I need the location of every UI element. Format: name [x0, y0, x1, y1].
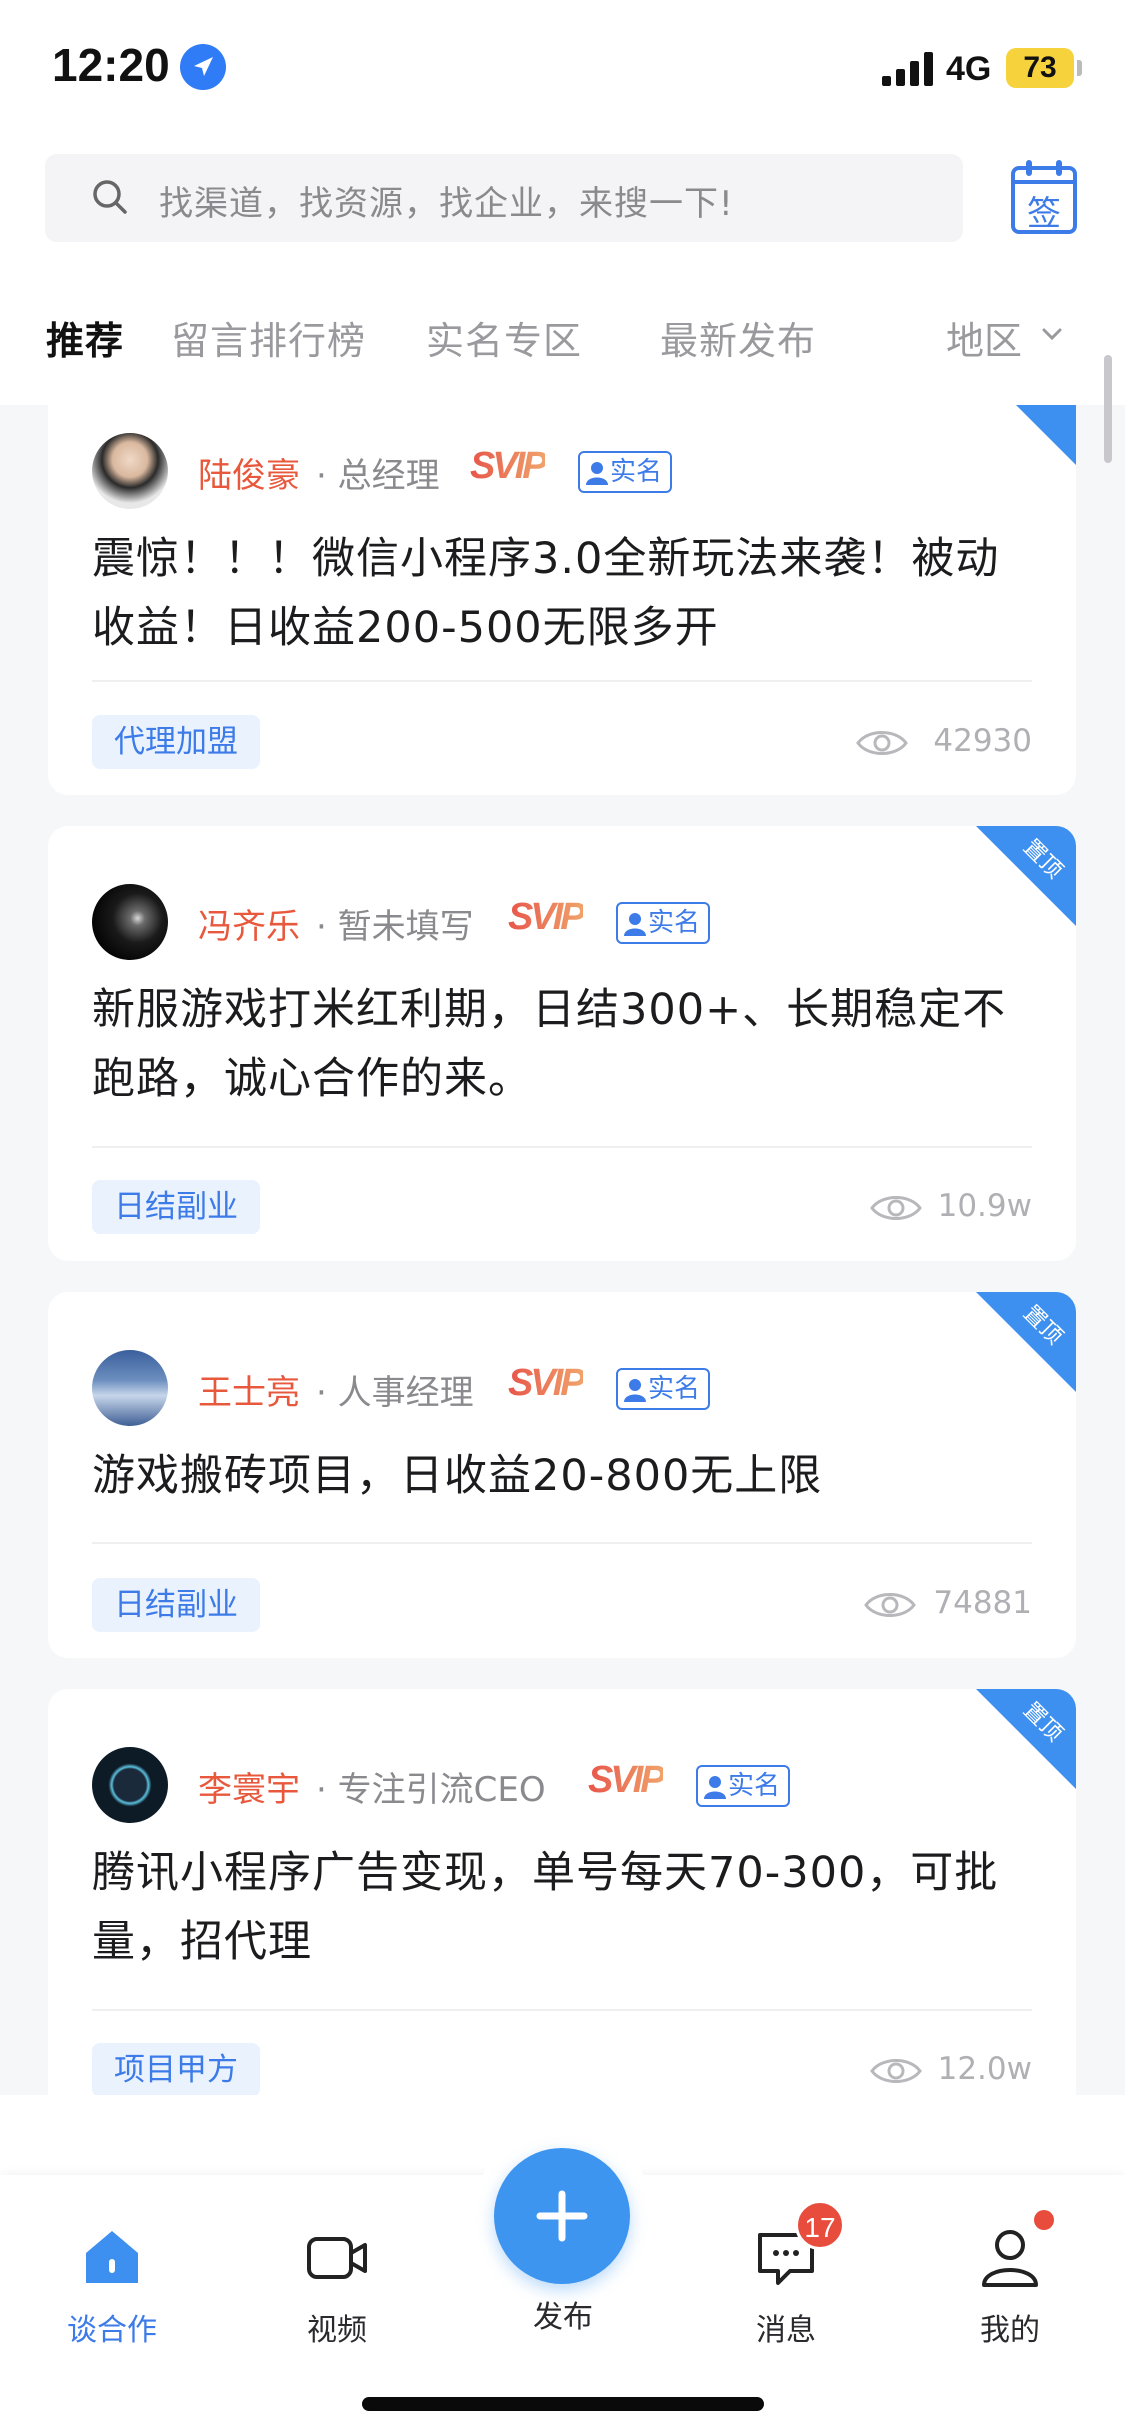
scrollbar[interactable] [1104, 355, 1112, 463]
nav-label: 我的 [980, 2313, 1040, 2348]
svip-badge: SVIP [470, 445, 548, 487]
signin-label: 签 [1027, 194, 1061, 234]
post-card[interactable]: 置顶 冯齐乐 · 暂未填写 SVIP 实名 新服游戏打米红利期，日结300+、长… [48, 826, 1076, 1261]
calendar-signin-button[interactable]: 签 [1010, 158, 1078, 236]
category-tag[interactable]: 日结副业 [92, 1578, 260, 1632]
person-icon [624, 1378, 646, 1402]
pinned-ribbon [1016, 405, 1076, 465]
post-card[interactable]: 陆俊豪 · 总经理 SVIP 实名 震惊！！！微信小程序3.0全新玩法来袭！被动… [48, 405, 1076, 795]
divider [92, 680, 1032, 682]
eye-icon [864, 1593, 916, 1617]
network-type: 4G [946, 50, 992, 88]
tab-verified[interactable]: 实名专区 [426, 310, 582, 365]
svip-badge: SVIP [588, 1759, 666, 1801]
verified-badge: 实名 [616, 902, 711, 944]
nav-label: 消息 [756, 2313, 816, 2348]
search-icon [93, 180, 127, 214]
post-text[interactable]: 腾讯小程序广告变现，单号每天70-300，可批量，招代理 [92, 1839, 1032, 1977]
status-time: 12:20 [52, 39, 170, 91]
view-count: 12.0w [937, 2051, 1032, 2087]
video-icon [307, 2237, 367, 2279]
tab-leaderboard[interactable]: 留言排行榜 [171, 310, 366, 365]
user-title: · 专注引流CEO [316, 1770, 546, 1810]
nav-cooperate[interactable]: 谈合作 [32, 2205, 192, 2348]
person-icon [704, 1775, 726, 1799]
post-text[interactable]: 新服游戏打米红利期，日结300+、长期稳定不跑路，诚心合作的来。 [92, 976, 1032, 1114]
user-title: · 人事经理 [316, 1373, 474, 1413]
user-name[interactable]: 陆俊豪 [198, 448, 300, 497]
chevron-down-icon[interactable] [1040, 322, 1064, 346]
svip-badge: SVIP [508, 1362, 586, 1404]
nav-label: 谈合作 [67, 2313, 157, 2348]
search-placeholder: 找渠道，找资源，找企业，来搜一下! [159, 184, 734, 224]
pinned-ribbon: 置顶 [976, 1689, 1076, 1789]
post-card[interactable]: 置顶 李寰宇 · 专注引流CEO SVIP 实名 腾讯小程序广告变现，单号每天7… [48, 1689, 1076, 2095]
tab-latest[interactable]: 最新发布 [660, 310, 816, 365]
verified-badge: 实名 [616, 1368, 711, 1410]
view-count: 74881 [933, 1585, 1032, 1621]
divider [92, 1542, 1032, 1544]
post-feed[interactable]: 陆俊豪 · 总经理 SVIP 实名 震惊！！！微信小程序3.0全新玩法来袭！被动… [0, 405, 1125, 2095]
post-card[interactable]: 置顶 王士亮 · 人事经理 SVIP 实名 游戏搬砖项目，日收益20-800无上… [48, 1292, 1076, 1658]
category-tag[interactable]: 项目甲方 [92, 2043, 260, 2095]
user-title: · 暂未填写 [316, 907, 474, 947]
nav-me[interactable]: 我的 [930, 2205, 1090, 2348]
view-count: 42930 [933, 723, 1032, 759]
message-count-badge: 17 [795, 2200, 845, 2250]
home-indicator[interactable] [362, 2397, 764, 2411]
nav-label: 视频 [307, 2313, 367, 2348]
publish-label[interactable]: 发布 [478, 2292, 648, 2336]
home-icon [86, 2231, 138, 2283]
region-filter[interactable]: 地区 [946, 310, 1022, 365]
post-text[interactable]: 游戏搬砖项目，日收益20-800无上限 [92, 1442, 1032, 1511]
divider [92, 2009, 1032, 2011]
user-title: · 总经理 [316, 456, 440, 496]
search-bar[interactable]: 找渠道，找资源，找企业，来搜一下! [45, 154, 963, 242]
category-tag[interactable]: 代理加盟 [92, 715, 260, 769]
location-arrow-icon [180, 44, 226, 90]
category-tabs: 推荐 留言排行榜 实名专区 最新发布 地区 [0, 300, 1125, 380]
battery-cap [1077, 60, 1082, 76]
eye-icon [870, 1196, 922, 1220]
plus-icon [536, 2190, 588, 2242]
category-tag[interactable]: 日结副业 [92, 1180, 260, 1234]
avatar[interactable] [92, 1747, 168, 1823]
user-name[interactable]: 冯齐乐 [198, 899, 300, 948]
notification-dot [1034, 2210, 1054, 2230]
verified-badge: 实名 [578, 451, 673, 493]
battery-icon: 73 [1006, 48, 1074, 88]
person-icon [624, 912, 646, 936]
user-name[interactable]: 李寰宇 [198, 1762, 300, 1811]
verified-badge: 实名 [696, 1765, 791, 1807]
user-name[interactable]: 王士亮 [198, 1365, 300, 1414]
nav-video[interactable]: 视频 [257, 2205, 417, 2348]
publish-button[interactable] [494, 2148, 630, 2284]
pinned-ribbon: 置顶 [976, 1292, 1076, 1392]
profile-icon [982, 2230, 1038, 2287]
status-bar: 12:20 4G 73 [0, 0, 1125, 140]
avatar[interactable] [92, 884, 168, 960]
avatar[interactable] [92, 433, 168, 509]
pinned-ribbon: 置顶 [976, 826, 1076, 926]
eye-icon [870, 2059, 922, 2083]
divider [92, 1146, 1032, 1148]
eye-icon [856, 731, 908, 755]
view-count: 10.9w [937, 1188, 1032, 1224]
signal-icon [882, 52, 933, 86]
avatar[interactable] [92, 1350, 168, 1426]
tab-recommend[interactable]: 推荐 [46, 310, 124, 365]
post-text[interactable]: 震惊！！！微信小程序3.0全新玩法来袭！被动收益！日收益200-500无限多开 [92, 525, 1032, 663]
svip-badge: SVIP [508, 896, 586, 938]
person-icon [586, 461, 608, 485]
